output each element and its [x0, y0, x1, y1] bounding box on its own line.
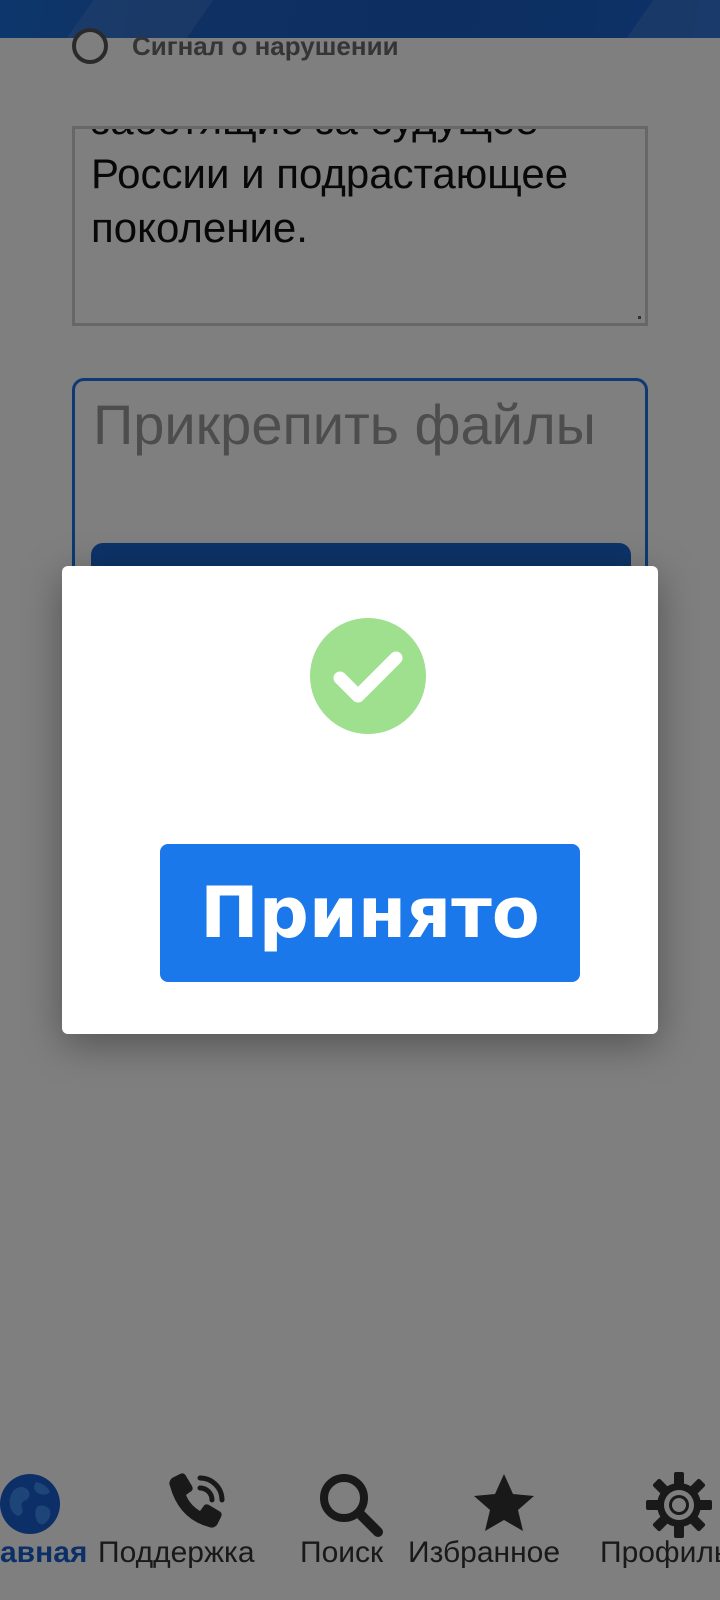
check-circle-icon — [310, 618, 426, 734]
accept-button[interactable]: Принято — [160, 844, 580, 982]
success-dialog: Принято — [62, 566, 658, 1034]
